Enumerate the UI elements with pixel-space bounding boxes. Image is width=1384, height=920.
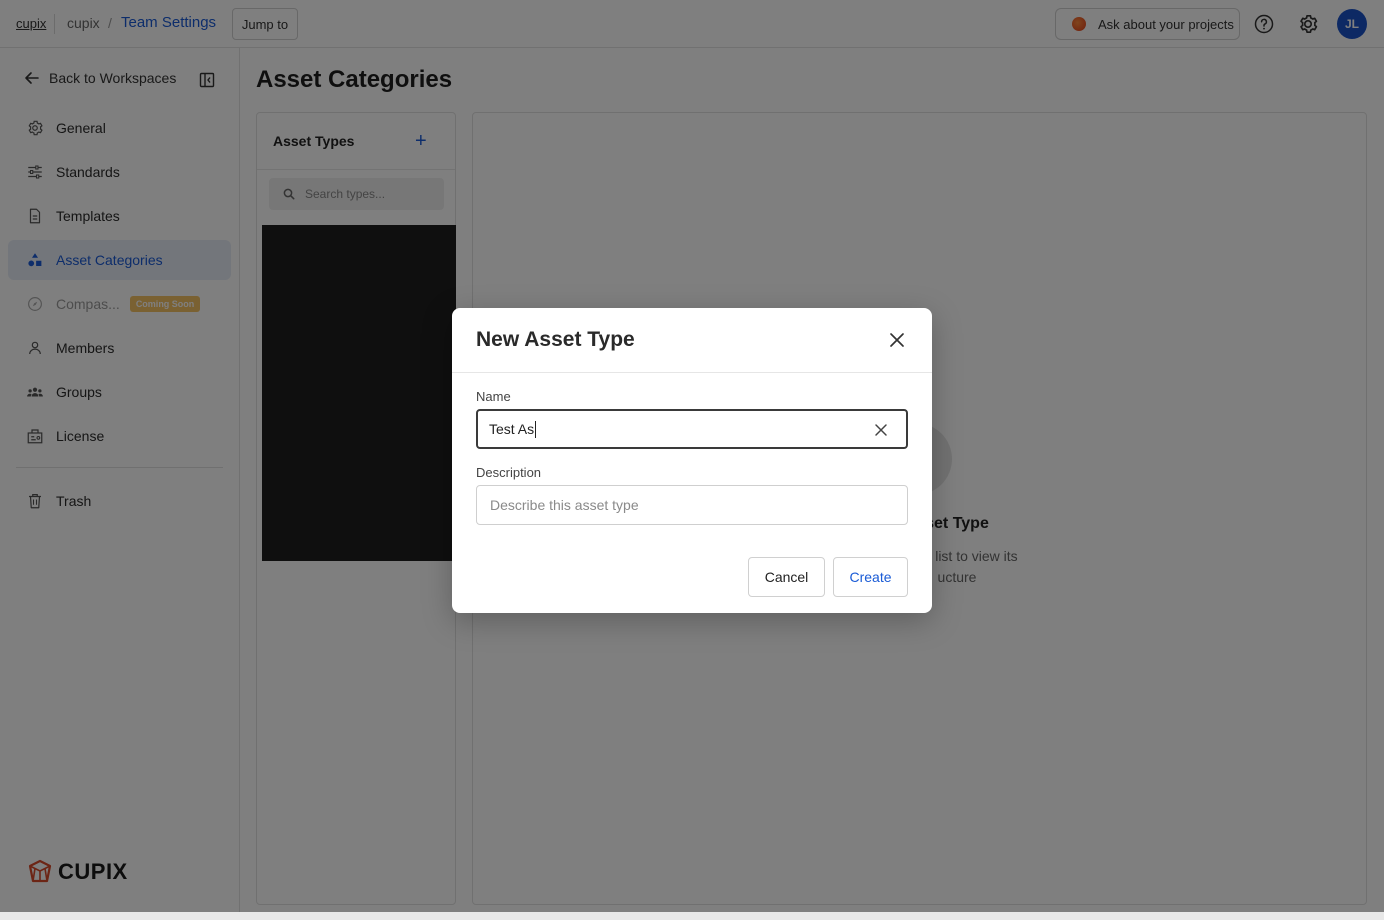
name-input[interactable]: Test As: [476, 409, 908, 449]
close-icon[interactable]: [889, 332, 905, 348]
text-caret: [535, 420, 537, 438]
name-label: Name: [476, 389, 511, 404]
dialog-title: New Asset Type: [476, 328, 635, 351]
bottom-strip: [0, 912, 1384, 920]
clear-input-icon[interactable]: [874, 423, 888, 437]
description-placeholder: Describe this asset type: [490, 497, 639, 513]
cancel-button[interactable]: Cancel: [748, 557, 825, 597]
create-button[interactable]: Create: [833, 557, 908, 597]
dialog-divider: [452, 372, 932, 373]
new-asset-type-dialog: New Asset Type Name Test As Description …: [452, 308, 932, 613]
description-label: Description: [476, 465, 542, 480]
description-input[interactable]: Describe this asset type: [476, 485, 908, 525]
name-input-value: Test As: [489, 421, 535, 437]
